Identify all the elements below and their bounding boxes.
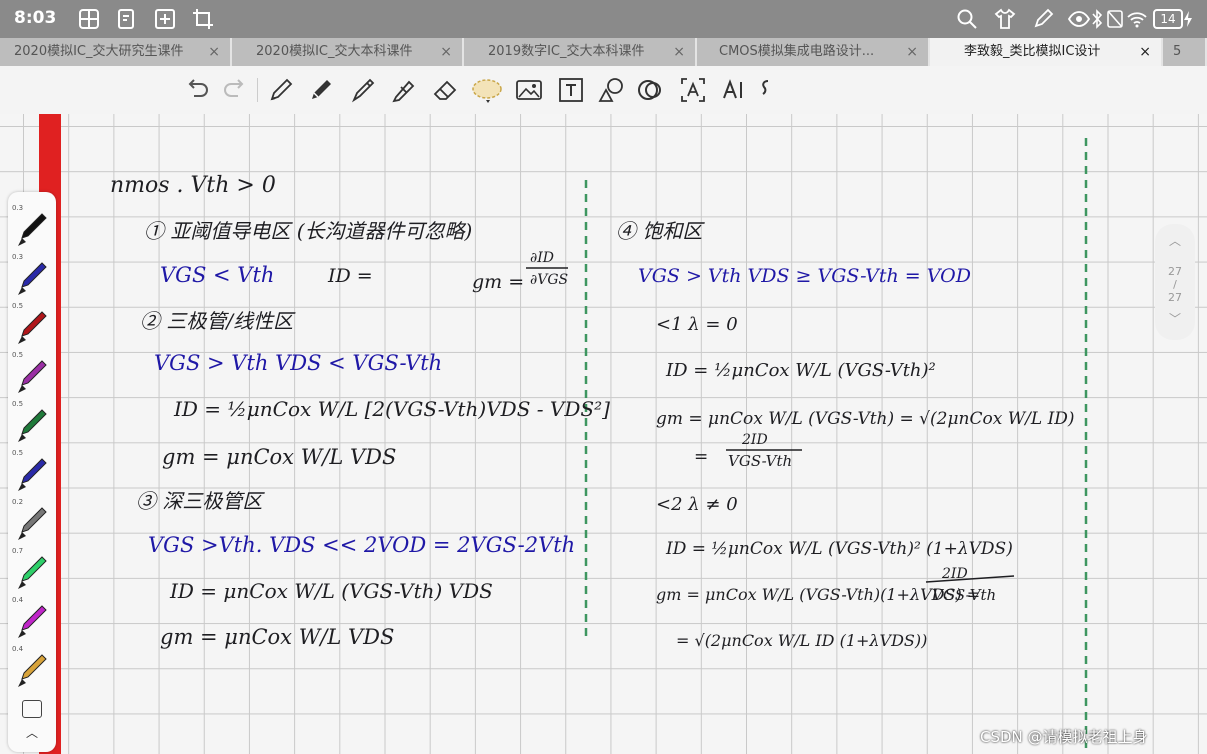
pen-preset[interactable]: 0.4 — [12, 645, 50, 693]
more-icon[interactable] — [756, 75, 776, 105]
pen-preset[interactable]: 0.2 — [12, 498, 50, 546]
close-icon[interactable]: × — [673, 38, 685, 66]
pen-settings-icon[interactable] — [22, 700, 42, 718]
pen-size-label: 0.3 — [12, 204, 24, 212]
tab-document[interactable]: 2020模拟IC_交大研究生课件 × — [0, 38, 232, 66]
tab-label: 2019数字IC_交大本科课件 — [488, 44, 645, 59]
crop-icon — [193, 9, 213, 29]
reader-icon — [118, 9, 134, 29]
clock: 8:03 — [14, 8, 57, 28]
tab-overflow[interactable]: 5 — [1163, 38, 1207, 66]
close-icon[interactable]: × — [208, 38, 220, 66]
page-total: 27 — [1168, 291, 1182, 304]
tab-document[interactable]: 2020模拟IC_交大本科课件 × — [232, 38, 464, 66]
tab-count: 5 — [1173, 44, 1182, 59]
undo-icon[interactable] — [182, 75, 212, 105]
tab-document[interactable]: 2019数字IC_交大本科课件 × — [464, 38, 697, 66]
bluetooth-icon — [1092, 9, 1103, 29]
battery-indicator: 14 — [1153, 9, 1183, 29]
pencil-icon[interactable] — [306, 75, 336, 105]
ocr-icon[interactable] — [678, 75, 708, 105]
toolbar-divider — [257, 78, 258, 102]
pen-size-label: 0.7 — [12, 547, 24, 555]
pen-preset[interactable]: 0.4 — [12, 596, 50, 644]
page-indicator: ︿ 27 / 27 ﹀ — [1155, 224, 1195, 340]
close-icon[interactable]: × — [440, 38, 452, 66]
status-bar: 8:03 14 — [0, 0, 1207, 38]
pen-icon — [18, 262, 47, 295]
redo-icon[interactable] — [220, 75, 250, 105]
ai-icon[interactable] — [720, 75, 750, 105]
pen-preset[interactable]: 0.7 — [12, 547, 50, 595]
image-icon[interactable] — [514, 75, 544, 105]
chevron-down-icon[interactable]: ﹀ — [1155, 310, 1195, 327]
page-current: 27 — [1168, 265, 1182, 278]
pen-icon — [18, 360, 47, 393]
close-icon[interactable]: × — [906, 38, 918, 66]
shape-icon[interactable] — [596, 75, 626, 105]
pen-size-label: 0.5 — [12, 400, 24, 408]
pen-preset[interactable]: 0.5 — [12, 351, 50, 399]
toolbar — [0, 66, 1207, 170]
tab-bar: 2020模拟IC_交大研究生课件 × 2020模拟IC_交大本科课件 × 2019数… — [0, 38, 1207, 66]
close-icon[interactable]: × — [1139, 38, 1151, 66]
tab-label: 2020模拟IC_交大研究生课件 — [14, 44, 184, 59]
pen-icon — [18, 409, 47, 442]
pen-size-label: 0.4 — [12, 596, 24, 604]
pen-size-label: 0.5 — [12, 302, 24, 310]
pen-size-label: 0.3 — [12, 253, 24, 261]
pen-icon — [18, 213, 47, 246]
add-box-icon — [155, 9, 175, 29]
wifi-icon — [1127, 12, 1147, 28]
pen-icon — [18, 311, 47, 344]
mute-icon — [1107, 10, 1123, 28]
pen-icon[interactable] — [266, 75, 296, 105]
pen-preset[interactable]: 0.5 — [12, 449, 50, 497]
pen-size-label: 0.5 — [12, 351, 24, 359]
pen-icon — [18, 556, 47, 589]
search-icon[interactable] — [956, 8, 978, 30]
tab-label: 2020模拟IC_交大本科课件 — [256, 44, 413, 59]
pen-icon — [18, 654, 47, 687]
pen-preset[interactable]: 0.3 — [12, 204, 50, 252]
pen-size-label: 0.4 — [12, 645, 24, 653]
chevron-up-icon[interactable]: ︿ — [1155, 232, 1195, 249]
pen-preset[interactable]: 0.5 — [12, 400, 50, 448]
pen-mode-icon[interactable] — [1032, 8, 1054, 30]
pen-tray: 0.3 0.3 0.5 0.5 0.5 0.5 0.2 0.7 0.4 0.4 ︿ — [8, 192, 56, 752]
pen-icon — [18, 507, 47, 540]
pen-icon — [18, 605, 47, 638]
app-grid-icon — [79, 9, 99, 29]
eraser-icon[interactable] — [430, 75, 460, 105]
tab-document-active[interactable]: 李致毅_类比模拟IC设计 × — [930, 38, 1163, 66]
pen-preset[interactable]: 0.5 — [12, 302, 50, 350]
eye-icon — [1068, 11, 1090, 27]
pen-preset[interactable]: 0.3 — [12, 253, 50, 301]
pen-icon — [18, 458, 47, 491]
shirt-icon[interactable] — [994, 8, 1016, 30]
tab-document[interactable]: CMOS模拟集成电路设计... × — [697, 38, 930, 66]
tab-label: 李致毅_类比模拟IC设计 — [964, 44, 1101, 59]
chevron-up-icon[interactable]: ︿ — [22, 724, 42, 740]
charging-icon — [1184, 11, 1192, 27]
watermark: CSDN @请模拟老祖上身 — [980, 728, 1148, 746]
pen-size-label: 0.2 — [12, 498, 24, 506]
lasso-icon[interactable] — [470, 75, 504, 105]
brush-icon[interactable] — [348, 75, 378, 105]
notebook-page[interactable] — [0, 114, 1207, 754]
highlighter-icon[interactable] — [388, 75, 418, 105]
ink-shape-icon[interactable] — [636, 75, 666, 105]
text-box-icon[interactable] — [556, 75, 586, 105]
pen-size-label: 0.5 — [12, 449, 24, 457]
tab-label: CMOS模拟集成电路设计... — [719, 44, 875, 59]
page-separator: / — [1173, 278, 1177, 291]
